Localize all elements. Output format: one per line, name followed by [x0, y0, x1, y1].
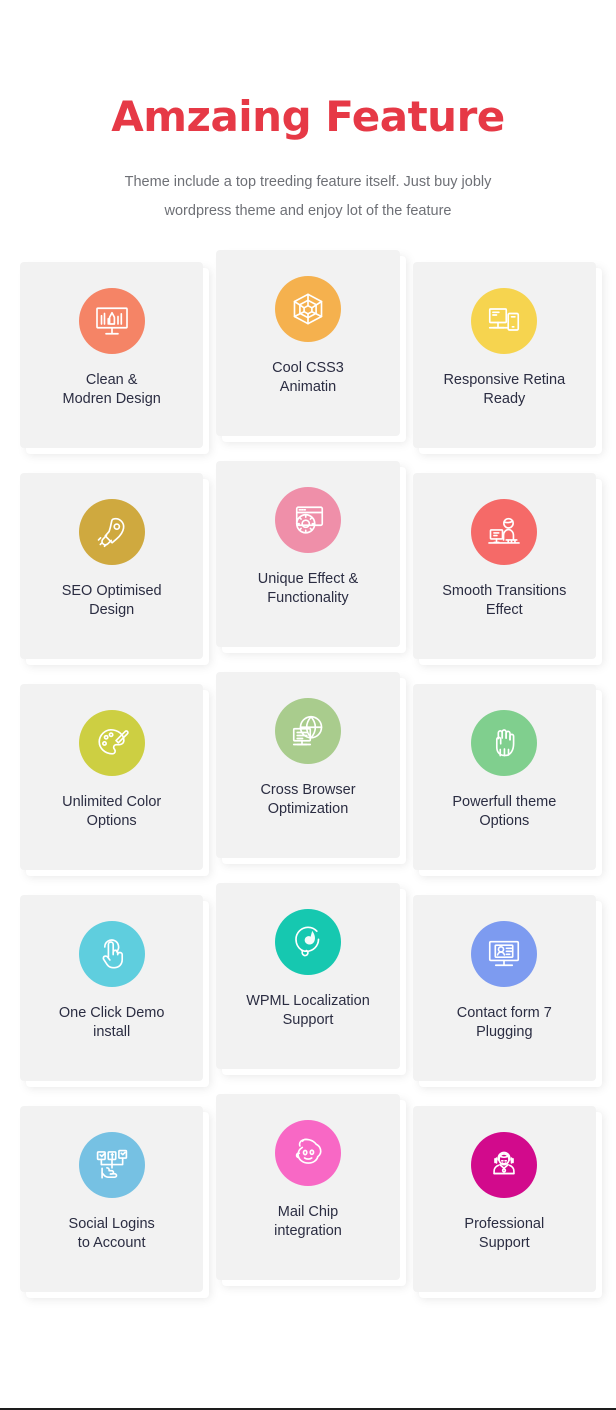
feature-card[interactable]: Contact form 7 Plugging	[412, 895, 596, 1081]
feature-card[interactable]: Cool CSS3 Animatin	[216, 250, 400, 436]
feature-card-title: Unlimited Color Options	[62, 794, 162, 829]
social-share-icon	[78, 1132, 145, 1198]
feature-card[interactable]: Powerfull theme Options	[412, 684, 596, 870]
feature-card[interactable]: SEO Optimised Design	[20, 473, 204, 659]
feature-card-title: One Click Demo install	[58, 1005, 165, 1040]
rocket-icon	[78, 499, 145, 565]
feature-card-title: Unique Effect & Functionality	[257, 571, 359, 606]
feature-section-page: Amzaing Feature Theme include a top tree…	[0, 0, 616, 1410]
feature-card-title: Responsive Retina Ready	[443, 372, 566, 407]
feature-card-title: Cross Browser Optimization	[260, 782, 356, 817]
feature-card[interactable]: Responsive Retina Ready	[412, 262, 596, 448]
contact-form-icon	[471, 921, 538, 987]
feature-card-title: Clean & Modren Design	[62, 372, 161, 407]
feature-card-title: Mail Chip integration	[274, 1204, 342, 1239]
feature-card-title: Professional Support	[464, 1216, 545, 1251]
feature-card-title: Contact form 7 Plugging	[456, 1005, 552, 1040]
wpml-drop-icon	[274, 909, 341, 975]
fist-icon	[471, 710, 538, 776]
design-monitor-icon	[78, 288, 145, 354]
tap-hand-icon	[78, 921, 145, 987]
feature-card[interactable]: One Click Demo install	[20, 895, 204, 1081]
feature-card[interactable]: Unlimited Color Options	[20, 684, 204, 870]
page-subtitle: Theme include a top treeding feature its…	[124, 174, 492, 219]
support-agent-icon	[471, 1132, 538, 1198]
page-title: Amzaing Feature	[111, 92, 505, 141]
feature-card[interactable]: Unique Effect & Functionality	[216, 461, 400, 647]
feature-card-title: Cool CSS3 Animatin	[272, 360, 344, 395]
feature-card[interactable]: Mail Chip integration	[216, 1094, 400, 1280]
feature-card-title: SEO Optimised Design	[61, 583, 162, 618]
feature-card[interactable]: Social Logins to Account	[20, 1106, 204, 1292]
globe-browser-icon	[274, 698, 341, 764]
feature-card-title: Powerfull theme Options	[452, 794, 557, 829]
feature-grid: Clean & Modren Design Cool CSS3 Animatin R…	[0, 250, 616, 1292]
feature-card[interactable]: Smooth Transitions Effect	[412, 473, 596, 659]
feature-card-title: Smooth Transitions Effect	[442, 583, 567, 618]
feature-card[interactable]: WPML Localization Support	[216, 883, 400, 1069]
person-desk-icon	[471, 499, 538, 565]
mailchimp-monkey-icon	[274, 1120, 341, 1186]
feature-card-title: Social Logins to Account	[68, 1216, 155, 1251]
palette-brush-icon	[78, 710, 145, 776]
browser-gear-icon	[274, 487, 341, 553]
section-header: Amzaing Feature Theme include a top tree…	[0, 0, 616, 226]
feature-card[interactable]: Professional Support	[412, 1106, 596, 1292]
feature-card[interactable]: Cross Browser Optimization	[216, 672, 400, 858]
feature-card[interactable]: Clean & Modren Design	[20, 262, 204, 448]
cube-web-icon	[274, 276, 341, 342]
feature-card-title: WPML Localization Support	[246, 993, 370, 1028]
responsive-devices-icon	[471, 288, 538, 354]
